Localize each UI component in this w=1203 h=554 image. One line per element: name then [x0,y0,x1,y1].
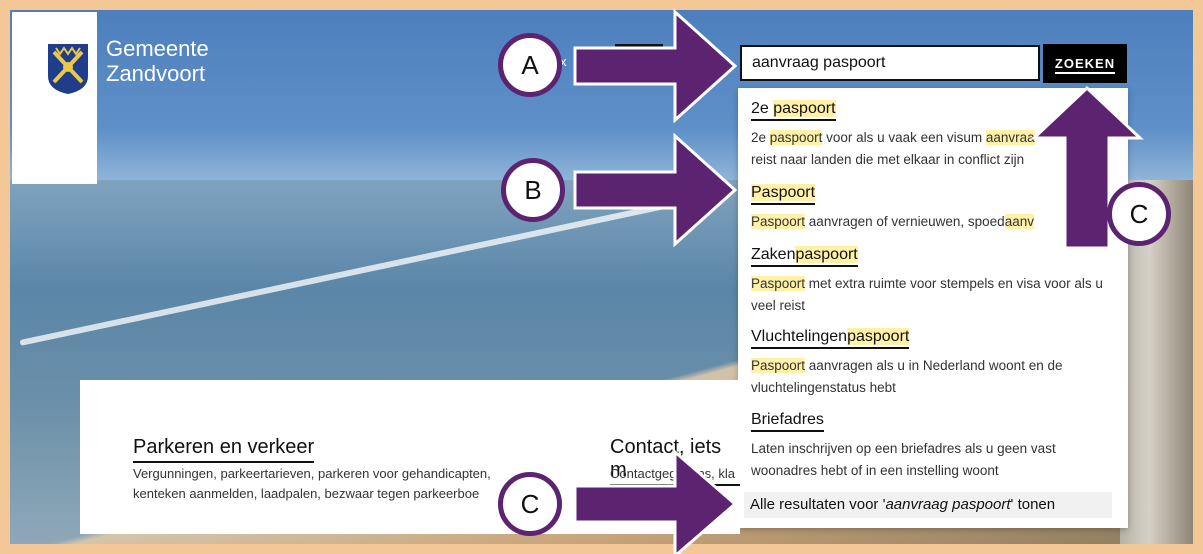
arrow-a [573,8,738,124]
arrow-b [573,132,738,248]
annotation-c-top: C [1107,182,1171,246]
annotation-c-bottom: C [498,472,562,536]
arrow-c-bottom [573,448,738,554]
annotation-b: B [501,158,565,222]
annotation-arrows [573,8,1144,554]
annotation-a: A [498,33,562,97]
